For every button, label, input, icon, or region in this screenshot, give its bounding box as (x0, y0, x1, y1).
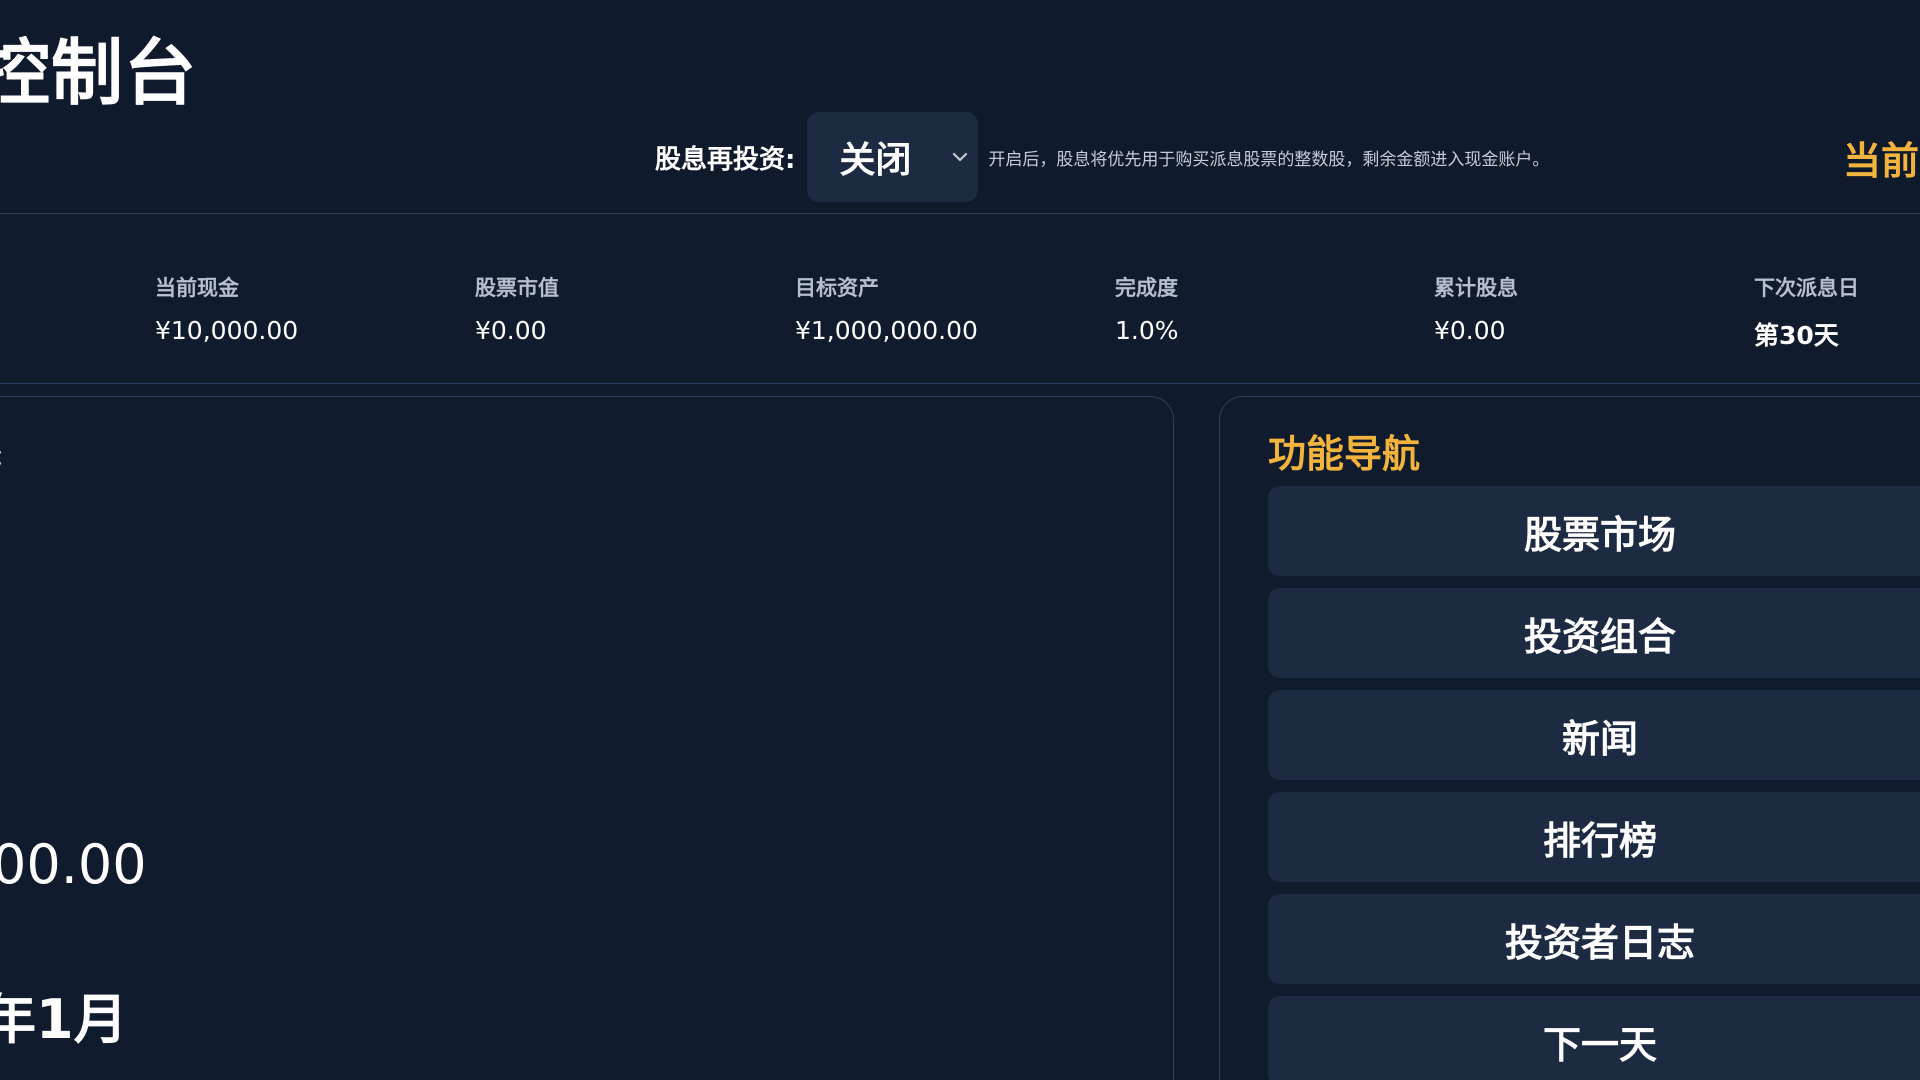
nav-panel-title: 功能导航 (1268, 432, 1421, 476)
overview-amount: 00.00 (0, 833, 147, 896)
dividend-reinvest-value: 关闭 (839, 140, 912, 181)
stat-stock-value: 股票市值 ¥0.00 (475, 272, 559, 345)
stat-value: 1.0% (1115, 316, 1179, 345)
header-accent-text: 当前 (1843, 139, 1920, 183)
stat-label: 目标资产 (795, 276, 879, 300)
stat-label: 当前现金 (155, 276, 239, 300)
nav-button-label: 新闻 (1561, 716, 1638, 761)
nav-button-next-day[interactable]: 下一天 (1268, 996, 1920, 1080)
chevron-down-icon (953, 152, 968, 162)
stat-cash: 当前现金 ¥10,000.00 (155, 272, 298, 345)
overview-label-fragment: ： (0, 440, 16, 472)
stat-next-dividend-day: 下次派息日 第30天 (1754, 272, 1859, 352)
stat-value: ¥0.00 (475, 316, 547, 345)
nav-button-label: 排行榜 (1542, 818, 1657, 863)
stat-value: ¥0.00 (1434, 316, 1506, 345)
stat-label: 完成度 (1115, 276, 1178, 300)
dividend-reinvest-row: 股息再投资: 关闭 开启后，股息将优先用于购买派息股票的整数股，剩余金额进入现金… (655, 112, 1549, 202)
stat-completion: 完成度 1.0% (1115, 272, 1179, 345)
dividend-reinvest-hint: 开启后，股息将优先用于购买派息股票的整数股，剩余金额进入现金账户。 (988, 149, 1550, 170)
nav-button-label: 股票市场 (1523, 512, 1676, 557)
nav-button-leaderboard[interactable]: 排行榜 (1268, 792, 1920, 882)
page-title: 控制台 (0, 31, 198, 115)
nav-button-news[interactable]: 新闻 (1268, 690, 1920, 780)
stat-target-assets: 目标资产 ¥1,000,000.00 (795, 272, 978, 345)
stats-divider (0, 383, 1920, 384)
stat-total-dividends: 累计股息 ¥0.00 (1434, 272, 1518, 345)
dividend-reinvest-label: 股息再投资: (655, 144, 796, 175)
stat-value: ¥1,000,000.00 (795, 316, 978, 345)
nav-button-label: 投资组合 (1523, 614, 1676, 659)
dashboard-page: 控制台 股息再投资: 关闭 开启后，股息将优先用于购买派息股票的整数股，剩余金额… (0, 0, 1920, 1080)
nav-button-stock-market[interactable]: 股票市场 (1268, 486, 1920, 576)
stat-label: 股票市值 (475, 276, 559, 300)
nav-button-portfolio[interactable]: 投资组合 (1268, 588, 1920, 678)
overview-date: 年1月 (0, 988, 128, 1051)
nav-button-label: 投资者日志 (1504, 920, 1695, 965)
stat-value: 第30天 (1754, 321, 1839, 350)
nav-button-label: 下一天 (1542, 1022, 1657, 1067)
stat-label: 下次派息日 (1754, 276, 1859, 300)
dividend-reinvest-select[interactable]: 关闭 (807, 112, 979, 202)
stat-value: ¥10,000.00 (155, 316, 299, 345)
overview-panel (0, 396, 1174, 1080)
nav-button-investor-journal[interactable]: 投资者日志 (1268, 894, 1920, 984)
stat-label: 累计股息 (1434, 276, 1518, 300)
